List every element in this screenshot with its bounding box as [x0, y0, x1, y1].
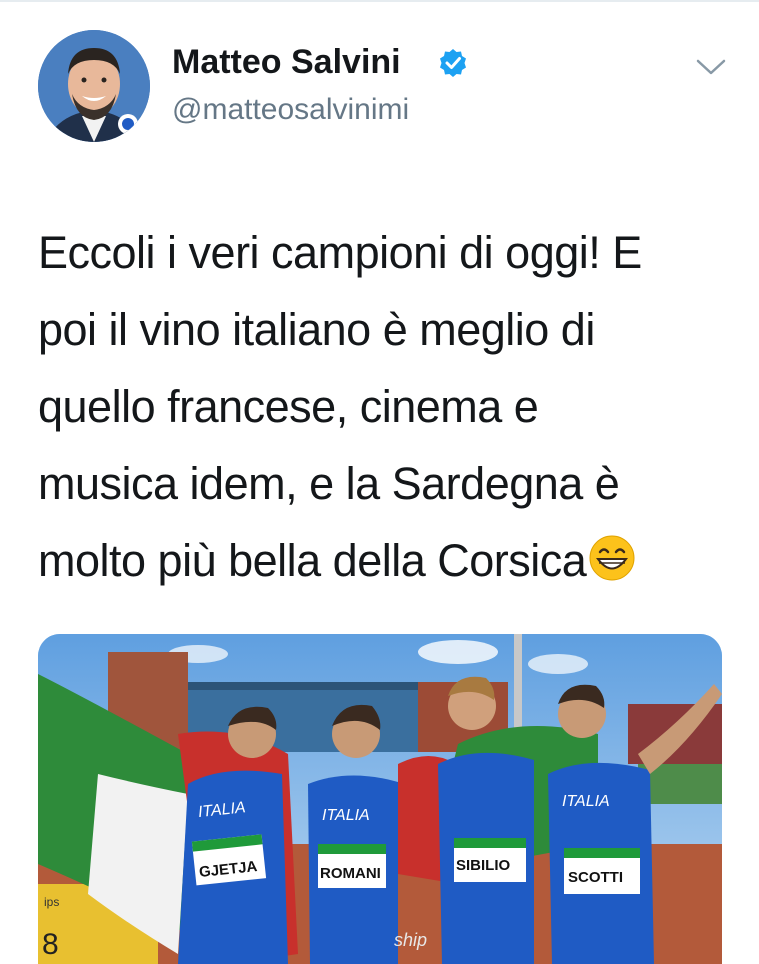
scoreboard-digit: 8 [42, 928, 59, 961]
author-handle[interactable]: @matteosalvinimi [172, 92, 409, 128]
verified-badge-icon [440, 49, 466, 77]
tweet-text-line: quello francese, cinema e [38, 381, 539, 432]
jersey-text: ITALIA [322, 807, 370, 824]
tweet-photo[interactable]: ips 8 GJETJA ITALIA ROMANI ITALIA SIBILI… [38, 634, 722, 964]
jersey-text: ITALIA [562, 793, 610, 810]
chevron-down-icon[interactable] [694, 56, 728, 78]
tweet-text-line-content: molto più bella della Corsica [38, 535, 587, 586]
tweet-text-line-last: molto più bella della Corsica [38, 522, 728, 599]
banner-text: ship [394, 930, 427, 950]
tweet-text-line: poi il vino italiano è meglio di [38, 304, 595, 355]
author-name[interactable]: Matteo Salvini [172, 42, 401, 82]
grinning-face-emoji-icon [589, 535, 635, 581]
bib-scotti: SCOTTI [568, 869, 623, 886]
top-divider [0, 0, 759, 2]
avatar[interactable] [38, 30, 150, 142]
bib-sibilio: SIBILIO [456, 857, 511, 874]
tweet-text: Eccoli i veri campioni di oggi! E poi il… [38, 214, 728, 599]
tweet-text-line: Eccoli i veri campioni di oggi! E [38, 227, 642, 278]
scoreboard-text: ips [44, 895, 59, 909]
tweet-text-line: musica idem, e la Sardegna è [38, 458, 620, 509]
bib-romani: ROMANI [320, 865, 381, 882]
